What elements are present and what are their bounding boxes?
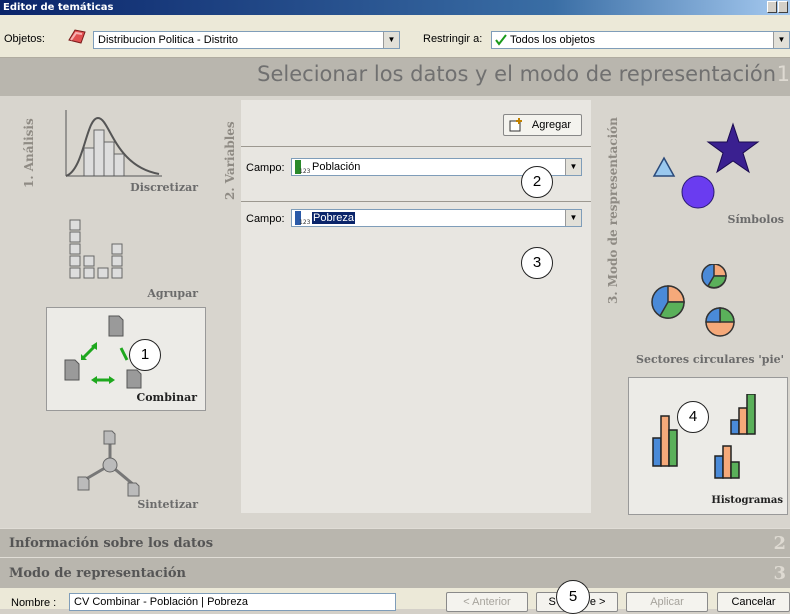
annotation-4: 4 xyxy=(677,401,709,433)
annotation-2: 2 xyxy=(521,166,553,198)
restringir-label: Restringir a: xyxy=(423,33,483,45)
aplicar-button[interactable]: Aplicar xyxy=(626,592,708,612)
numeric-field-icon: 123 xyxy=(295,211,310,225)
window-titlebar: Editor de temáticas xyxy=(0,0,790,15)
footer-bar: Nombre : CV Combinar - Población | Pobre… xyxy=(0,588,790,612)
window-title: Editor de temáticas xyxy=(3,2,114,13)
campo-label: Campo: xyxy=(246,162,285,174)
info-datos-section[interactable]: Información sobre los datos 2 xyxy=(0,528,790,557)
synthesize-icon xyxy=(77,430,140,497)
pie-charts-icon xyxy=(651,264,735,337)
divider xyxy=(241,146,591,147)
chevron-icon: 2 xyxy=(773,533,786,554)
tool-sintetizar[interactable]: Sintetizar xyxy=(46,413,206,517)
objetos-select[interactable]: Distribucion Politica - Distrito ▼ xyxy=(93,31,400,49)
chevron-icon: 3 xyxy=(773,563,786,584)
restringir-select[interactable]: Todos los objetos ▼ xyxy=(491,31,790,49)
histogram-curve-icon xyxy=(65,110,162,177)
nombre-input[interactable]: CV Combinar - Población | Pobreza xyxy=(69,593,396,611)
chevron-down-icon[interactable]: ▼ xyxy=(565,210,581,226)
anterior-button[interactable]: < Anterior xyxy=(446,592,528,612)
page-heading: Selecionar los datos y el modo de repres… xyxy=(0,58,790,96)
annotation-3: 3 xyxy=(521,247,553,279)
grouped-blocks-icon xyxy=(69,219,123,279)
mode-histogramas[interactable]: Histogramas xyxy=(628,377,788,515)
toolbar: Objetos: Distribucion Politica - Distrit… xyxy=(0,15,790,58)
analisis-section-label: 1. Análisis xyxy=(22,118,36,188)
layer-icon xyxy=(68,29,86,44)
svg-text:123: 123 xyxy=(299,168,310,174)
page-title: Selecionar los datos y el modo de repres… xyxy=(257,62,776,86)
variables-section-label: 2. Variables xyxy=(223,121,237,200)
add-field-icon xyxy=(509,118,522,132)
annotation-1: 1 xyxy=(129,339,161,371)
histogram-bars-icon xyxy=(652,394,756,479)
divider xyxy=(241,201,591,202)
campo-pobreza-select[interactable]: 123 Pobreza ▼ xyxy=(291,209,582,227)
tool-combinar[interactable]: Combinar xyxy=(46,307,206,411)
tool-agrupar[interactable]: Agrupar xyxy=(46,202,206,306)
checkmark-icon xyxy=(495,34,507,46)
chevron-down-icon[interactable]: ▼ xyxy=(565,159,581,175)
mode-simbolos[interactable]: Símbolos xyxy=(628,96,788,234)
svg-text:123: 123 xyxy=(299,219,310,225)
mode-sectores-pie[interactable]: Sectores circulares 'pie' xyxy=(628,236,788,374)
nombre-label: Nombre : xyxy=(11,597,57,609)
chevron-down-icon[interactable]: ▼ xyxy=(383,32,399,48)
agregar-button[interactable]: Agregar xyxy=(503,114,582,136)
cancelar-button[interactable]: Cancelar xyxy=(717,592,790,612)
step-number: 1 xyxy=(776,62,790,86)
chevron-down-icon[interactable]: ▼ xyxy=(773,32,789,48)
modo-representacion-section[interactable]: Modo de representación 3 xyxy=(0,557,790,588)
representacion-section-label: 3. Modo de respresentación xyxy=(606,117,620,304)
numeric-field-icon: 123 xyxy=(295,160,310,174)
tool-discretizar[interactable]: Discretizar xyxy=(46,96,206,200)
symbols-icon xyxy=(652,122,760,209)
objetos-label: Objetos: xyxy=(4,33,45,45)
minimize-button[interactable] xyxy=(767,1,777,13)
campo-label: Campo: xyxy=(246,213,285,225)
main-panel: 1. Análisis Discretizar Agrupar Combinar… xyxy=(0,96,790,528)
maximize-button[interactable] xyxy=(778,1,788,13)
